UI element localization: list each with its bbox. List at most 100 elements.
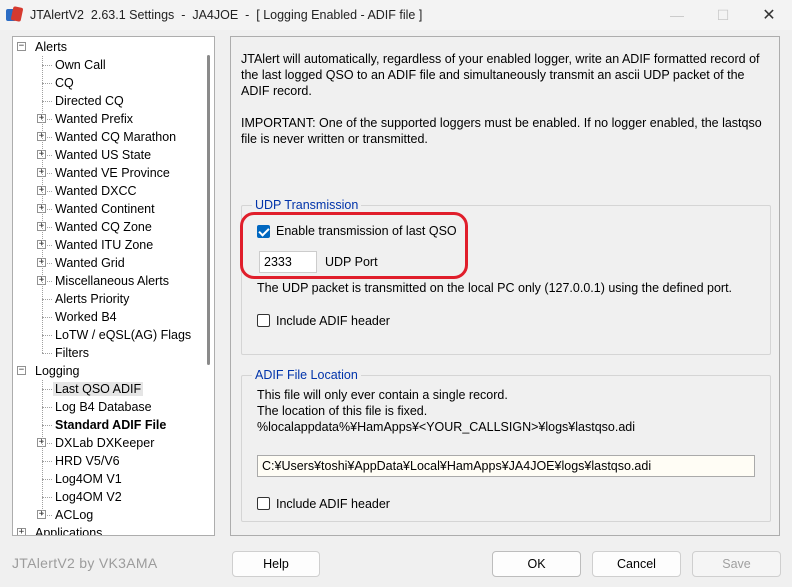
tree-connector [42, 461, 52, 462]
udp-port-input[interactable] [259, 251, 317, 273]
tree-item-label: Wanted Continent [55, 202, 155, 216]
save-button[interactable]: Save [692, 551, 781, 577]
title-bar: JTAlertV2 2.63.1 Settings - JA4JOE - [ L… [0, 0, 792, 30]
tree-item[interactable]: ACLog [53, 506, 95, 524]
tree-connector [42, 497, 52, 498]
tree-item-label: Miscellaneous Alerts [55, 274, 169, 288]
tree-connector [47, 191, 52, 192]
close-icon[interactable]: ✕ [746, 0, 792, 30]
important-text: IMPORTANT: One of the supported loggers … [241, 116, 762, 146]
tree-item-label: Filters [55, 346, 90, 360]
tree-item-label: Log B4 Database [55, 400, 152, 414]
tree-connector [42, 65, 52, 66]
collapse-icon[interactable]: − [17, 366, 26, 375]
adif-file-path-input[interactable] [257, 455, 755, 477]
tree-item-label: Worked B4 [55, 310, 117, 324]
tree-item[interactable]: Log4OM V2 [53, 488, 124, 506]
tree-item[interactable]: Wanted US State [53, 146, 153, 164]
tree-item[interactable]: Miscellaneous Alerts [53, 272, 171, 290]
file-include-header-checkbox[interactable] [257, 497, 270, 510]
tree-connector [47, 281, 52, 282]
tree-connector [47, 137, 52, 138]
tree-connector [47, 443, 52, 444]
tree-item[interactable]: Log B4 Database [53, 398, 154, 416]
tree-item[interactable]: Filters [53, 344, 91, 362]
tree-connector [42, 101, 52, 102]
tree-item-label: Wanted Prefix [55, 112, 134, 126]
tree-item[interactable]: Worked B4 [53, 308, 119, 326]
tree-item[interactable]: Wanted Continent [53, 200, 157, 218]
tree-item-label: Wanted US State [55, 148, 152, 162]
tree-connector [42, 317, 52, 318]
udp-port-label: UDP Port [325, 255, 378, 269]
tree-item-label: HRD V5/V6 [55, 454, 120, 468]
tree-item[interactable]: DXLab DXKeeper [53, 434, 156, 452]
tree-item-label: CQ [55, 76, 74, 90]
tree-item[interactable]: Wanted DXCC [53, 182, 139, 200]
tree-connector [47, 209, 52, 210]
udp-note: The UDP packet is transmitted on the loc… [257, 281, 733, 295]
tree-item[interactable]: Last QSO ADIF [53, 380, 144, 398]
intro-text: JTAlert will automatically, regardless o… [241, 52, 760, 98]
settings-tree[interactable]: Alerts − Own Call CQ Directed CQ Wanted Prefi… [12, 36, 215, 536]
tree-item[interactable]: HRD V5/V6 [53, 452, 122, 470]
tree-item-label: Alerts Priority [55, 292, 130, 306]
tree-item[interactable]: Log4OM V1 [53, 470, 124, 488]
tree-item-label: Last QSO ADIF [53, 382, 144, 396]
tree-item[interactable]: CQ [53, 74, 76, 92]
udp-include-header-label[interactable]: Include ADIF header [276, 313, 390, 329]
tree-item[interactable]: Wanted CQ Marathon [53, 128, 178, 146]
file-include-header-label[interactable]: Include ADIF header [276, 496, 390, 512]
tree-item-label: Logging [35, 364, 80, 378]
tree-connector [47, 119, 52, 120]
tree-item[interactable]: Wanted Prefix [53, 110, 135, 128]
settings-panel: JTAlert will automatically, regardless o… [230, 36, 780, 536]
tree-item[interactable]: Wanted CQ Zone [53, 218, 154, 236]
tree-item[interactable]: Alerts Priority [53, 290, 131, 308]
enable-udp-label[interactable]: Enable transmission of last QSO [276, 223, 457, 239]
tree-item-label: Applications [35, 526, 103, 536]
ok-button[interactable]: OK [492, 551, 581, 577]
tree-item-label: Wanted CQ Zone [55, 220, 152, 234]
tree-item[interactable]: Own Call [53, 56, 108, 74]
expand-icon[interactable]: + [17, 528, 26, 535]
tree-item[interactable]: Wanted VE Province [53, 164, 172, 182]
tree-connector [42, 479, 52, 480]
tree-item-label: Wanted CQ Marathon [55, 130, 177, 144]
minimize-icon[interactable]: — [654, 0, 700, 30]
tree-item-label: Wanted Grid [55, 256, 125, 270]
tree-scrollbar[interactable] [202, 37, 214, 535]
tree-item-label: Wanted ITU Zone [55, 238, 154, 252]
tree-item-label: Directed CQ [55, 94, 124, 108]
tree-item-label: Alerts [35, 40, 67, 54]
tree-connector [47, 245, 52, 246]
file-group-title: ADIF File Location [252, 367, 361, 383]
udp-include-header-checkbox[interactable] [257, 314, 270, 327]
tree-item[interactable]: Wanted Grid [53, 254, 127, 272]
tree-connector [47, 227, 52, 228]
help-button[interactable]: Help [232, 551, 320, 577]
collapse-icon[interactable]: − [17, 42, 26, 51]
tree-connector [42, 299, 52, 300]
tree-scrollbar-thumb[interactable] [207, 55, 210, 365]
tree-item[interactable]: Directed CQ [53, 92, 126, 110]
tree-item[interactable]: Applications [33, 524, 104, 536]
tree-item[interactable]: Alerts [33, 38, 69, 56]
tree-connector [42, 353, 52, 354]
cancel-button[interactable]: Cancel [592, 551, 681, 577]
tree-guide-line [42, 56, 43, 353]
tree-item[interactable]: LoTW / eQSL(AG) Flags [53, 326, 193, 344]
maximize-icon[interactable]: ☐ [700, 0, 746, 30]
tree-item[interactable]: Wanted ITU Zone [53, 236, 155, 254]
tree-item[interactable]: Standard ADIF File [53, 416, 168, 434]
tree-item-label: Log4OM V2 [55, 490, 122, 504]
tree-connector [47, 155, 52, 156]
file-line-2: The location of this file is fixed. [257, 404, 428, 418]
tree-item[interactable]: Logging [33, 362, 82, 380]
udp-group-title: UDP Transmission [252, 197, 362, 213]
tree-connector [42, 425, 52, 426]
tree-item-label: DXLab DXKeeper [55, 436, 155, 450]
tree-item-label: Wanted VE Province [55, 166, 170, 180]
enable-udp-checkbox[interactable] [257, 225, 270, 238]
tree-item-label: Own Call [55, 58, 106, 72]
